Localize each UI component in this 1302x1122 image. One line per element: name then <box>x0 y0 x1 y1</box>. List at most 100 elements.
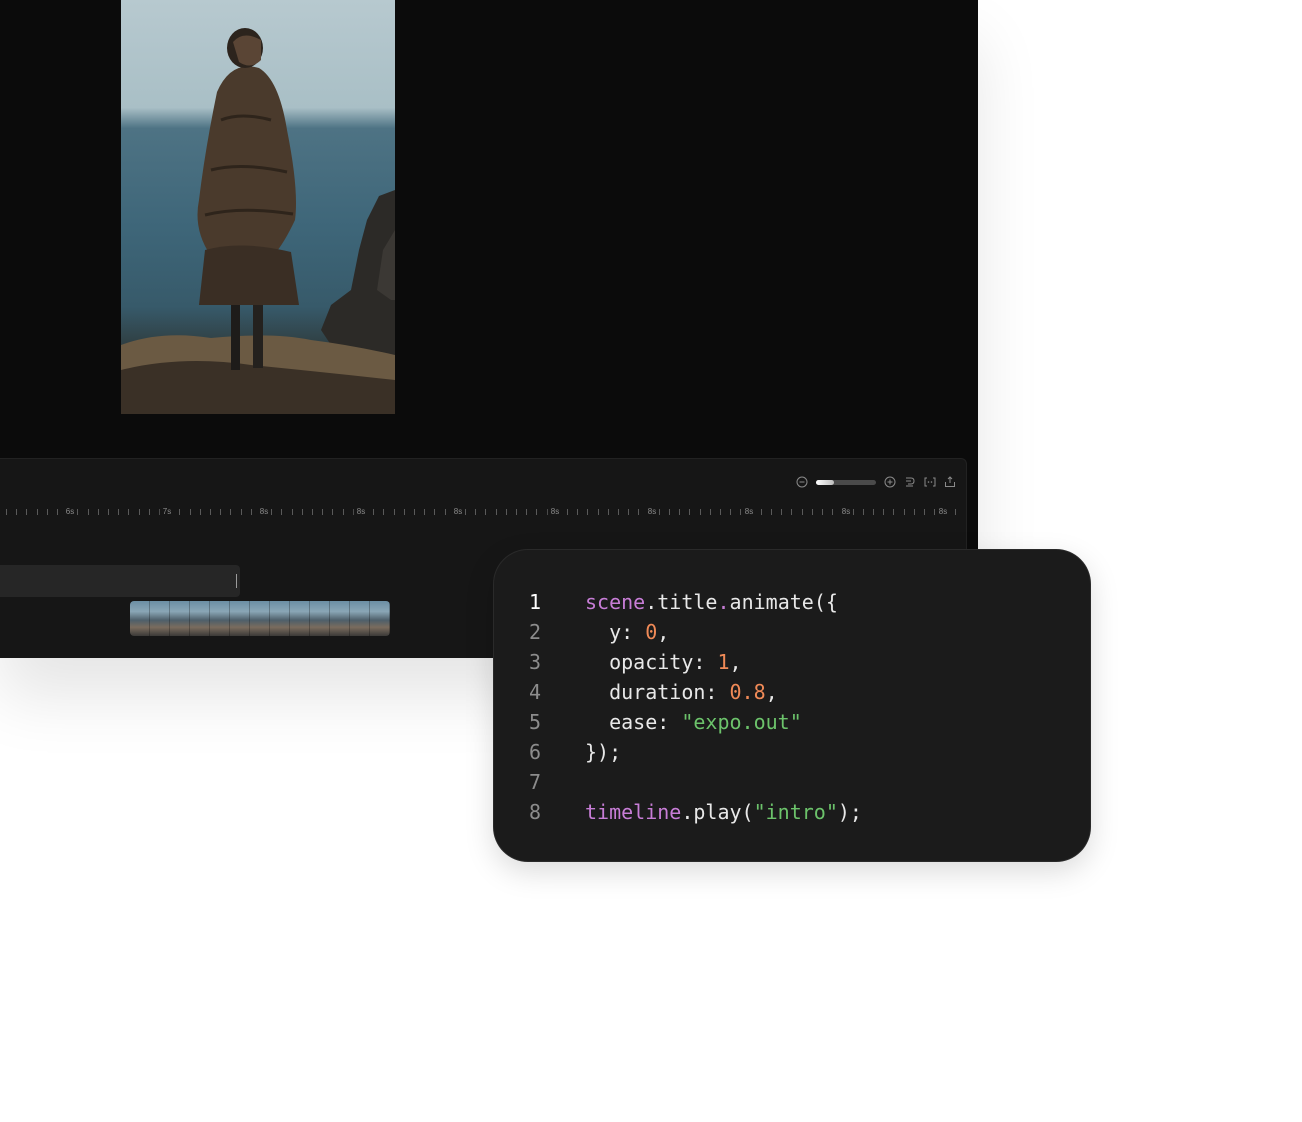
ruler-tick <box>394 509 395 515</box>
clip-thumbnail <box>130 601 150 636</box>
ruler-tick <box>118 509 119 515</box>
ruler-tick <box>281 509 282 515</box>
code-line[interactable]: 5 ease: "expo.out" <box>494 707 1090 737</box>
code-token: ease: <box>585 710 682 734</box>
code-line[interactable]: 8 timeline.play("intro"); <box>494 797 1090 827</box>
ruler-tick <box>598 509 599 515</box>
ruler-tick <box>863 509 864 515</box>
ruler-tick <box>669 509 670 515</box>
code-line[interactable]: 1 scene.title.animate({ <box>494 587 1090 617</box>
code-editor[interactable]: 1 scene.title.animate({2 y: 0, 3 opacity: … <box>494 587 1090 827</box>
line-number: 7 <box>528 770 541 794</box>
ruler-label: 8s <box>838 507 854 516</box>
code-token: opacity: <box>585 650 718 674</box>
ruler-tick <box>139 509 140 515</box>
ruler-tick <box>720 509 721 515</box>
ruler-tick <box>37 509 38 515</box>
code-text: }); <box>541 737 621 767</box>
clip-thumbnail <box>330 601 350 636</box>
ruler-tick <box>230 509 231 515</box>
code-line[interactable]: 3 opacity: 1, <box>494 647 1090 677</box>
ruler-tick <box>47 509 48 515</box>
ruler-tick <box>516 509 517 515</box>
ruler-label: 8s <box>256 507 272 516</box>
ruler-tick <box>893 509 894 515</box>
ruler-tick <box>608 509 609 515</box>
code-line[interactable]: 6}); <box>494 737 1090 767</box>
ruler-tick <box>190 509 191 515</box>
ruler-tick <box>679 509 680 515</box>
code-line[interactable]: 2 y: 0, <box>494 617 1090 647</box>
code-token: 0 <box>645 620 658 644</box>
code-line[interactable]: 7 <box>494 767 1090 797</box>
code-token: "intro" <box>753 800 838 824</box>
ruler-tick <box>689 509 690 515</box>
ruler-tick <box>220 509 221 515</box>
video-preview[interactable] <box>121 0 395 414</box>
zoom-slider[interactable] <box>816 479 876 485</box>
ruler-label: 8s <box>547 507 563 516</box>
video-clip[interactable] <box>130 601 390 636</box>
line-number: 8 <box>528 800 541 824</box>
ruler-tick <box>567 509 568 515</box>
ruler-tick <box>618 509 619 515</box>
clip-thumbnail <box>350 601 370 636</box>
clip-thumbnail <box>210 601 230 636</box>
timeline-controls <box>796 475 956 489</box>
clip-thumbnail <box>270 601 290 636</box>
code-text: ease: "expo.out" <box>541 707 802 737</box>
ruler-tick <box>924 509 925 515</box>
ruler-label: 8s <box>353 507 369 516</box>
ruler-tick <box>179 509 180 515</box>
code-token: . <box>717 590 730 614</box>
code-text: scene.title.animate({ <box>541 587 838 617</box>
ruler-tick <box>6 509 7 515</box>
code-token: ); <box>837 800 862 824</box>
snap-icon[interactable] <box>904 476 916 488</box>
split-icon[interactable] <box>924 476 936 488</box>
ruler-tick <box>98 509 99 515</box>
ruler-label: 8s <box>741 507 757 516</box>
ruler-tick <box>404 509 405 515</box>
ruler-tick <box>210 509 211 515</box>
ruler-tick <box>414 509 415 515</box>
line-number: 6 <box>528 740 541 764</box>
code-token: y: <box>585 620 646 644</box>
timeline-track[interactable] <box>0 565 240 597</box>
ruler-tick <box>312 509 313 515</box>
timeline-ruler[interactable]: 6s 7s 8s 8s 8s 8s 8s 8s 8s 8s <box>0 503 966 523</box>
ruler-tick <box>424 509 425 515</box>
ruler-tick <box>761 509 762 515</box>
ruler-tick <box>241 509 242 515</box>
ruler-tick <box>883 509 884 515</box>
ruler-tick <box>730 509 731 515</box>
ruler-label: 7s <box>159 507 175 516</box>
zoom-in-icon[interactable] <box>884 476 896 488</box>
ruler-tick <box>781 509 782 515</box>
code-token: }); <box>585 740 622 764</box>
code-token: 1 <box>717 650 730 674</box>
preview-frame-illustration <box>121 28 395 414</box>
ruler-tick <box>526 509 527 515</box>
line-number: 1 <box>528 590 541 614</box>
code-line[interactable]: 4 duration: 0.8, <box>494 677 1090 707</box>
clip-thumbnail <box>250 601 270 636</box>
ruler-tick <box>322 509 323 515</box>
code-text: timeline.play("intro"); <box>541 797 862 827</box>
ruler-tick <box>873 509 874 515</box>
ruler-tick <box>57 509 58 515</box>
ruler-tick <box>536 509 537 515</box>
ruler-tick <box>506 509 507 515</box>
ruler-label: 6s <box>62 507 78 516</box>
ruler-tick <box>904 509 905 515</box>
zoom-out-icon[interactable] <box>796 476 808 488</box>
ruler-tick <box>445 509 446 515</box>
code-token: animate({ <box>729 590 838 614</box>
ruler-tick <box>822 509 823 515</box>
ruler-tick <box>434 509 435 515</box>
track-trim-handle[interactable] <box>236 574 237 588</box>
ruler-tick <box>475 509 476 515</box>
export-icon[interactable] <box>944 476 956 488</box>
clip-thumbnail <box>290 601 310 636</box>
